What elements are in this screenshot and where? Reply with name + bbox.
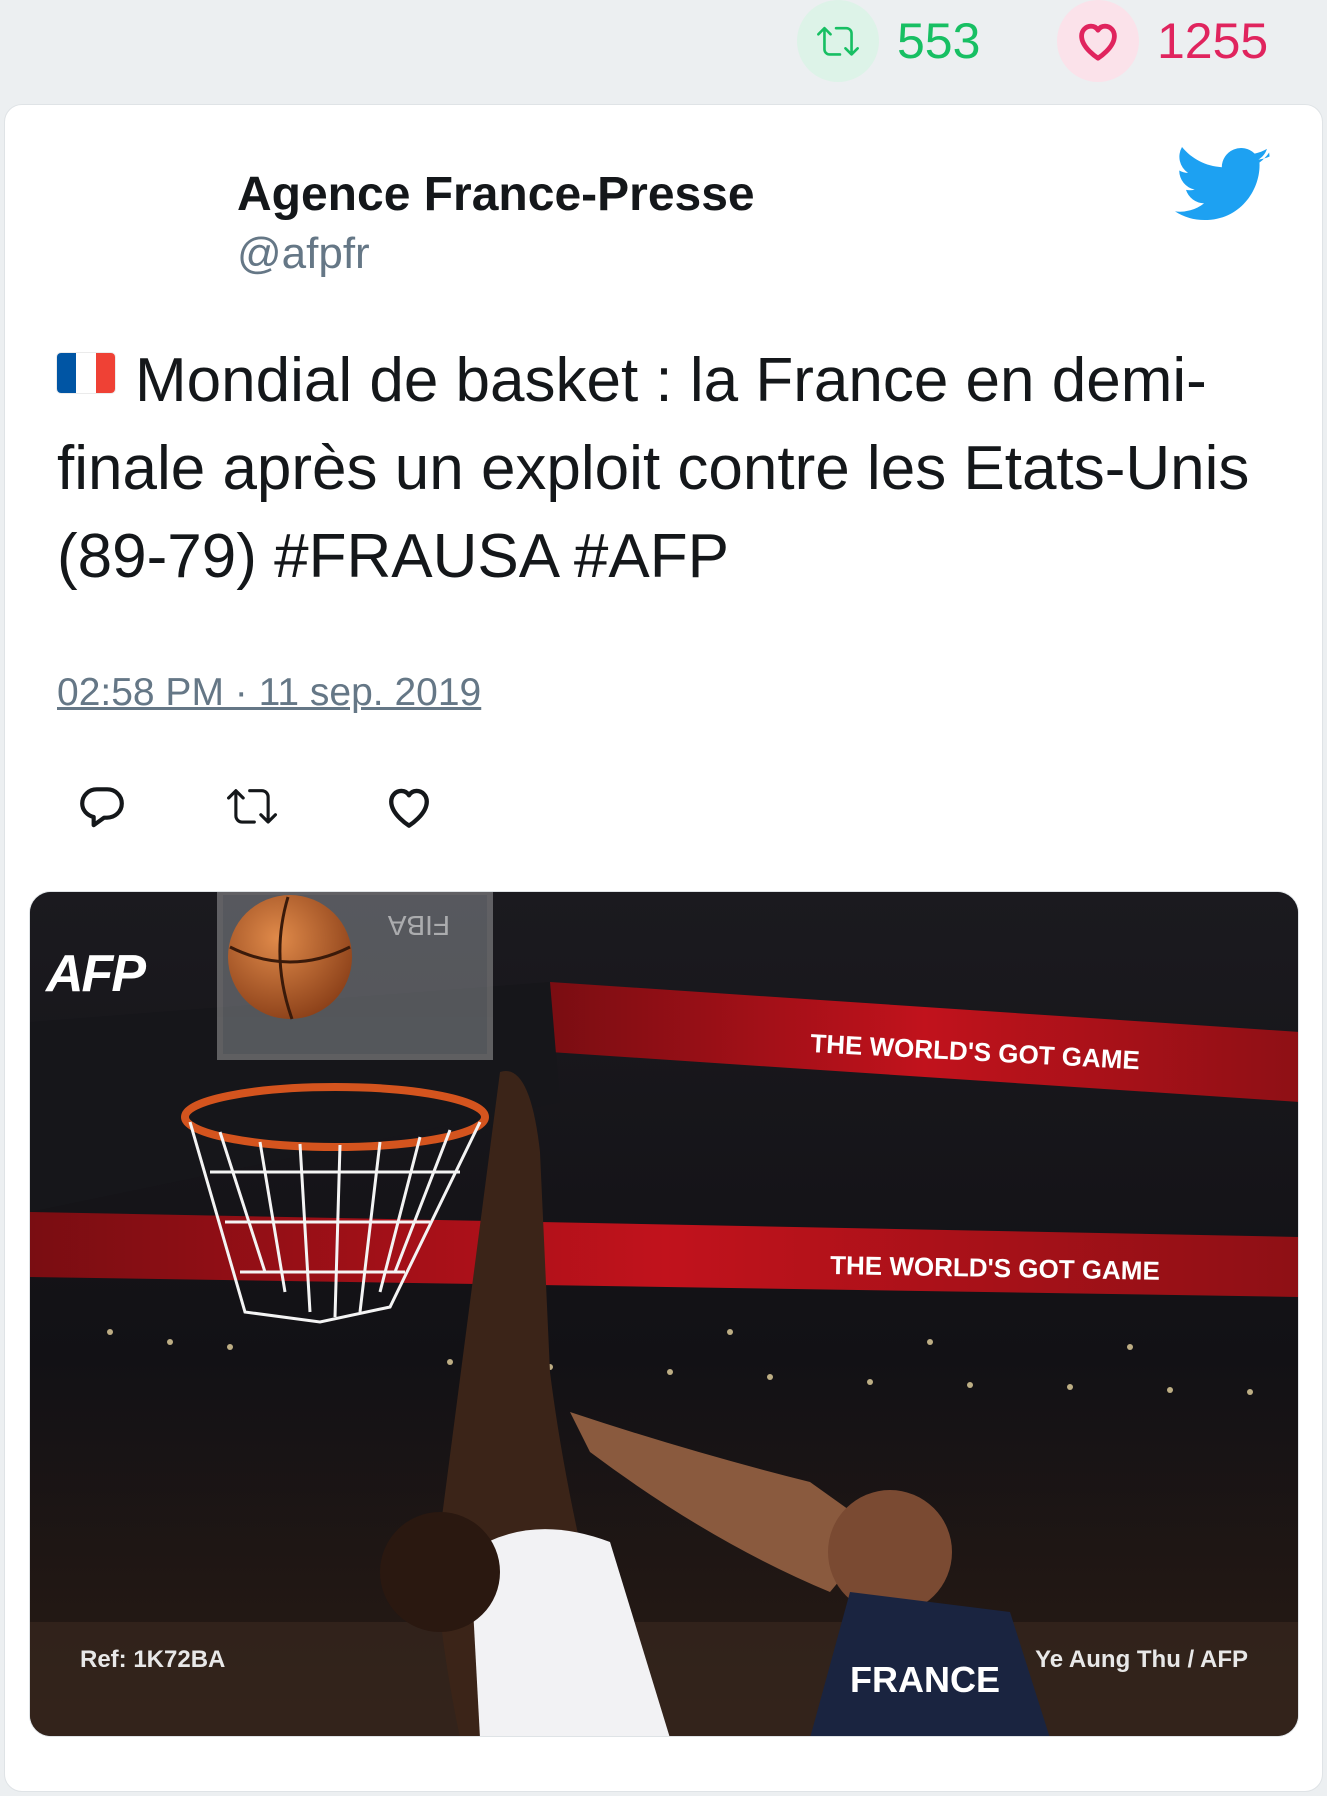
reply-button[interactable] bbox=[77, 781, 137, 841]
retweet-button[interactable] bbox=[223, 781, 283, 841]
tweet-timestamp-link[interactable]: 02:58 PM · 11 sep. 2019 bbox=[57, 671, 481, 715]
photo-credit: Ye Aung Thu / AFP bbox=[1035, 1646, 1248, 1673]
retweet-count-stat[interactable]: 553 bbox=[797, 0, 980, 82]
like-count-stat[interactable]: 1255 bbox=[1057, 0, 1268, 82]
france-flag-icon bbox=[57, 353, 115, 393]
engagement-stats-bar: 553 1255 bbox=[0, 0, 1327, 100]
retweet-icon bbox=[227, 789, 277, 824]
afp-logo: AFP bbox=[46, 945, 146, 1003]
tweet-photo[interactable]: THE WORLD'S GOT GAME THE WORLD'S GOT GAM… bbox=[29, 891, 1299, 1737]
backboard-label: FIBA bbox=[387, 910, 450, 941]
like-button[interactable] bbox=[383, 781, 443, 841]
tweet-body: Mondial de basket : la France en demi-fi… bbox=[57, 346, 1250, 591]
retweet-count: 553 bbox=[897, 13, 981, 69]
basketball bbox=[228, 895, 352, 1019]
banner-text-lower: THE WORLD'S GOT GAME bbox=[830, 1250, 1160, 1286]
heart-icon bbox=[1057, 0, 1139, 82]
tweet-text: Mondial de basket : la France en demi-fi… bbox=[57, 337, 1277, 601]
retweet-icon bbox=[797, 0, 879, 82]
like-count: 1255 bbox=[1157, 13, 1269, 69]
basketball-photo-illustration: THE WORLD'S GOT GAME THE WORLD'S GOT GAM… bbox=[30, 892, 1298, 1736]
jersey-text: FRANCE bbox=[850, 1659, 1000, 1700]
photo-ref: Ref: 1K72BA bbox=[80, 1646, 226, 1673]
twitter-bird-icon[interactable] bbox=[1175, 147, 1271, 227]
author-name[interactable]: Agence France-Presse bbox=[237, 167, 755, 222]
tweet-card: Agence France-Presse @afpfr Mondial de b… bbox=[4, 104, 1323, 1792]
heart-icon bbox=[389, 788, 429, 828]
author-handle[interactable]: @afpfr bbox=[237, 229, 370, 279]
reply-icon bbox=[80, 787, 124, 828]
